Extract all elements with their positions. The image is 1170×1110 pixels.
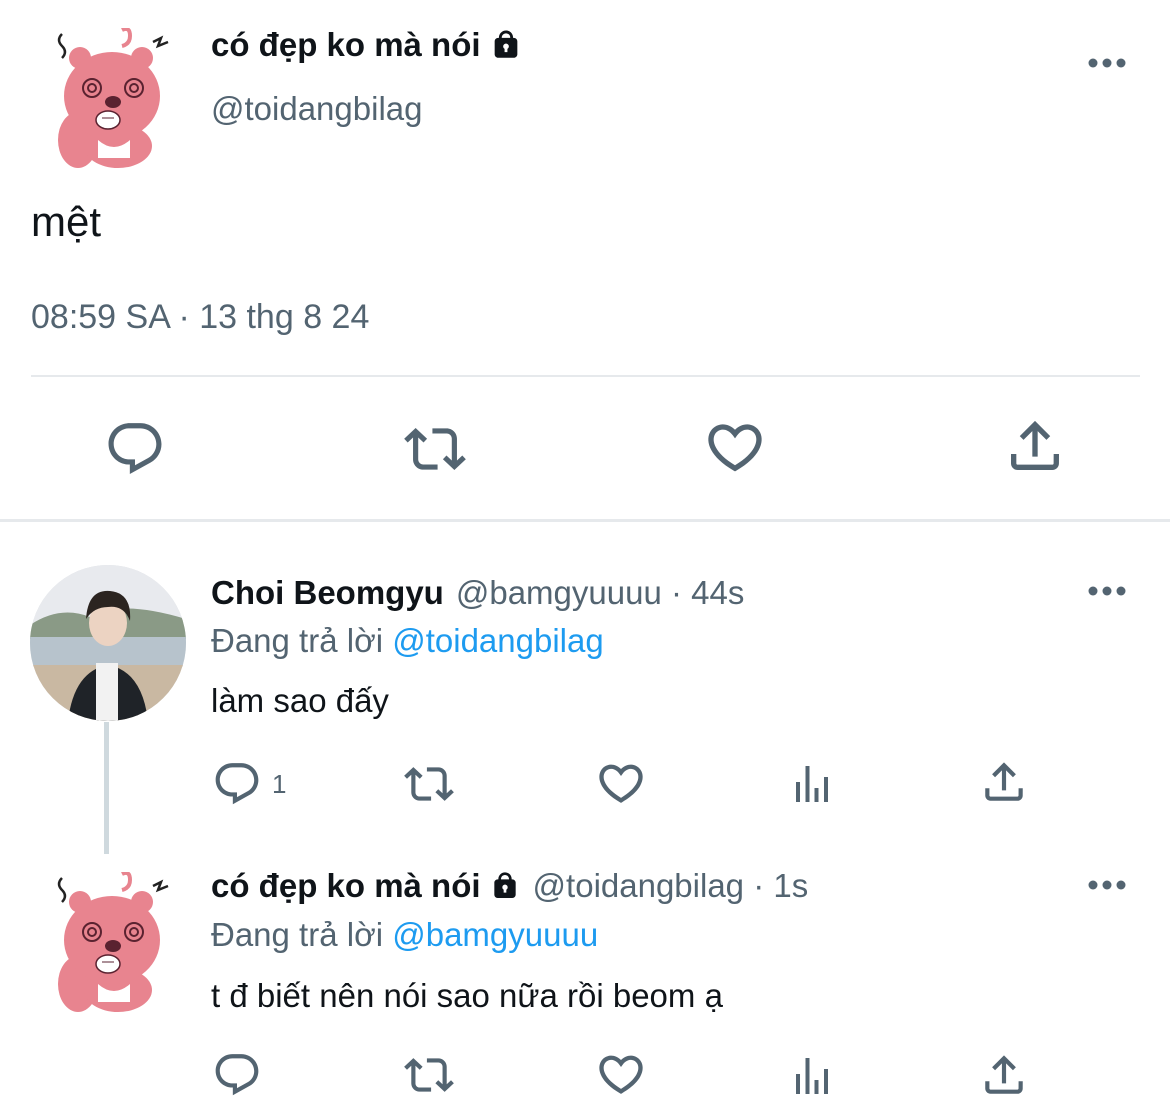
replying-to: Đang trả lời @toidangbilag — [211, 622, 604, 660]
reply-count: 1 — [272, 769, 287, 799]
like-icon[interactable] — [595, 757, 647, 809]
avatar[interactable] — [50, 28, 175, 168]
profile-photo — [30, 565, 186, 721]
replying-to: Đang trả lời @bamgyuuuu — [211, 916, 598, 954]
lock-icon — [489, 870, 521, 902]
tweet-text: mệt — [31, 198, 102, 245]
display-name[interactable]: có đẹp ko mà nói — [211, 26, 523, 64]
retweet-icon[interactable] — [401, 418, 469, 480]
replying-label: Đang trả lời — [211, 916, 384, 953]
timestamp[interactable]: 08:59 SA · 13 thg 8 24 — [31, 298, 369, 337]
thread-line — [104, 722, 109, 854]
tweet-text: làm sao đấy — [211, 682, 389, 719]
replying-to-link[interactable]: @bamgyuuuu — [392, 916, 598, 953]
display-name-text: có đẹp ko mà nói — [211, 26, 481, 63]
display-name[interactable]: có đẹp ko mà nói — [211, 867, 521, 905]
divider — [31, 375, 1140, 377]
more-icon[interactable] — [1087, 585, 1127, 597]
reply-icon[interactable] — [212, 759, 262, 809]
avatar[interactable] — [30, 565, 186, 721]
more-icon[interactable] — [1087, 879, 1127, 891]
section-divider — [0, 519, 1170, 522]
beaver-avatar-icon — [50, 28, 175, 168]
like-icon[interactable] — [703, 415, 767, 479]
handle[interactable]: @toidangbilag — [211, 90, 423, 128]
replying-to-link[interactable]: @toidangbilag — [392, 622, 604, 659]
retweet-icon[interactable] — [400, 1050, 458, 1100]
share-icon[interactable] — [1003, 414, 1067, 478]
views-icon[interactable] — [788, 1052, 836, 1100]
reply-header: có đẹp ko mà nói @toidangbilag · 1s — [211, 867, 808, 905]
handle-and-time[interactable]: @toidangbilag · 1s — [533, 867, 809, 905]
avatar[interactable] — [50, 872, 175, 1012]
reply-icon[interactable] — [104, 418, 166, 480]
share-icon[interactable] — [979, 757, 1029, 807]
beaver-avatar-icon — [50, 872, 175, 1012]
display-name[interactable]: Choi Beomgyu — [211, 574, 444, 612]
views-icon[interactable] — [788, 760, 836, 808]
replying-label: Đang trả lời — [211, 622, 384, 659]
like-icon[interactable] — [595, 1048, 647, 1100]
tweet-text: t đ biết nên nói sao nữa rồi beom ạ — [211, 977, 723, 1014]
share-icon[interactable] — [979, 1050, 1029, 1100]
lock-icon — [489, 28, 523, 62]
reply-header: Choi Beomgyu @bamgyuuuu · 44s — [211, 574, 744, 612]
reply-icon[interactable] — [212, 1050, 262, 1100]
retweet-icon[interactable] — [400, 759, 458, 809]
more-icon[interactable] — [1087, 57, 1127, 69]
handle-and-time[interactable]: @bamgyuuuu · 44s — [456, 574, 745, 612]
display-name-text: có đẹp ko mà nói — [211, 867, 481, 904]
